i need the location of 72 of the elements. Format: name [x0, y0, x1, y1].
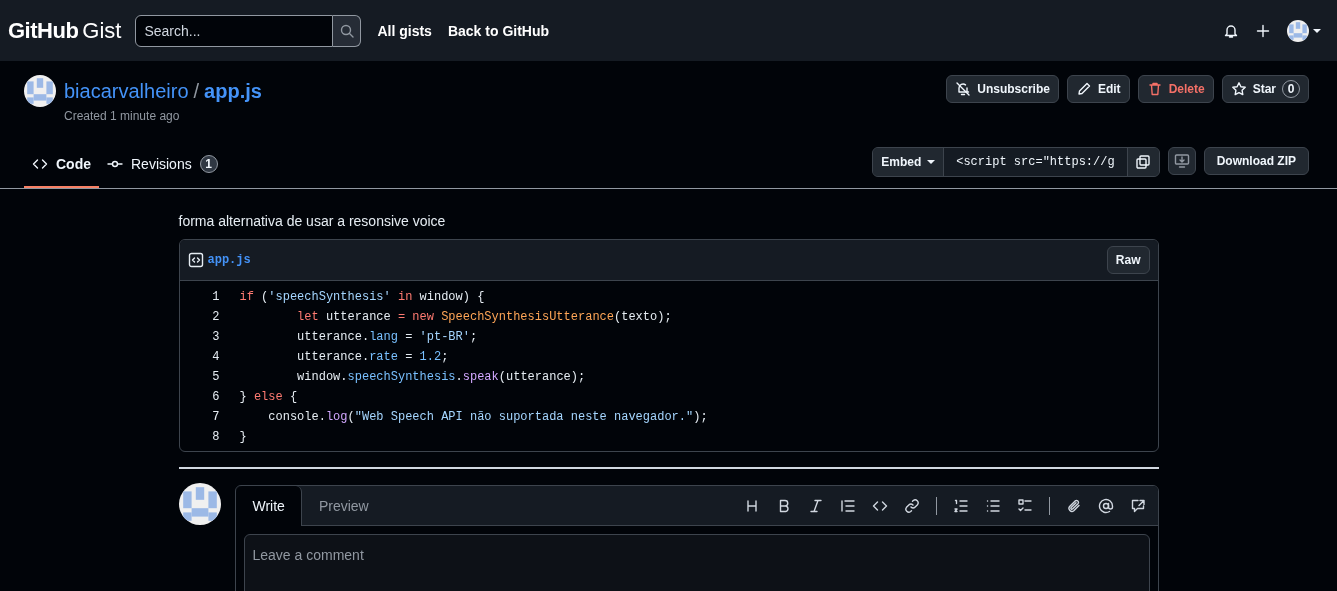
download-zip-button[interactable]: Download ZIP: [1203, 146, 1309, 175]
raw-button[interactable]: Raw: [1106, 246, 1150, 274]
at-sign-icon: [1097, 497, 1114, 514]
bullet-list-button[interactable]: [984, 497, 1001, 514]
plus-icon: [1255, 22, 1271, 39]
caret-icon: [1313, 26, 1321, 35]
line-number: 6: [211, 390, 221, 404]
line-number: 2: [211, 310, 221, 324]
task-list-button[interactable]: [1016, 497, 1033, 514]
link-button[interactable]: [903, 497, 920, 514]
star-button[interactable]: Star 0: [1221, 75, 1309, 103]
unsubscribe-button[interactable]: Unsubscribe: [946, 75, 1059, 103]
search-button[interactable]: [333, 14, 362, 47]
code-line: console.log("Web Speech API não suportada neste navegador.");: [267, 410, 708, 424]
comment-arrow-icon: [1129, 497, 1146, 514]
revisions-tab[interactable]: Revisions 1: [99, 142, 226, 188]
nav-link[interactable]: All gists: [377, 22, 432, 39]
pencil-icon: [1075, 81, 1092, 97]
gist-description: forma alternativa de usar a resonsive voice: [178, 213, 447, 229]
comment-tab[interactable]: Write: [235, 486, 302, 526]
line-number: 5: [211, 370, 221, 384]
search-icon: [338, 22, 355, 39]
avatar-icon[interactable]: [1287, 19, 1309, 42]
line-number: 1: [211, 290, 221, 304]
avatar-icon[interactable]: [178, 483, 221, 525]
edit-button[interactable]: Edit: [1066, 75, 1130, 103]
logo-text[interactable]: GitHub: [8, 17, 79, 44]
logo-subtitle[interactable]: Gist: [82, 17, 122, 44]
code-file-icon: [187, 252, 204, 268]
code-tab[interactable]: Code: [24, 142, 99, 188]
code-line: utterance.rate = 1.2;: [296, 350, 449, 364]
created-time: Created 1 minute ago: [64, 109, 181, 123]
file-name-link[interactable]: app.js: [207, 253, 251, 267]
search-field[interactable]: Search...: [135, 14, 334, 47]
task-list-icon: [1016, 497, 1033, 514]
monitor-download-icon: [1173, 152, 1190, 169]
code-line: window.speechSynthesis.speak(utterance);: [296, 370, 586, 384]
bullet-list-icon: [984, 497, 1001, 514]
line-number: 8: [211, 430, 221, 444]
link-icon: [903, 497, 920, 514]
comment-field[interactable]: Leave a comment: [243, 534, 1150, 591]
code-line: let utterance = new SpeechSynthesisUtterance(texto);: [296, 310, 672, 324]
delete-button[interactable]: Delete: [1137, 75, 1214, 103]
gist-name-link[interactable]: app.js: [204, 80, 262, 103]
quote-icon: [839, 497, 856, 514]
line-number: 7: [211, 410, 221, 424]
code-line: if ('speechSynthesis' in window) {: [239, 290, 485, 304]
code-line: utterance.lang = 'pt-BR';: [296, 330, 478, 344]
ordered-list-button[interactable]: [952, 497, 969, 514]
owner-link[interactable]: biacarvalheiro: [64, 80, 189, 103]
italic-icon: [807, 497, 824, 514]
line-number: 3: [211, 330, 221, 344]
code-line: }: [239, 430, 247, 444]
trash-icon: [1146, 81, 1163, 97]
bell-slash-icon: [955, 81, 972, 97]
code-line: } else {: [239, 390, 298, 404]
nav-link[interactable]: Back to GitHub: [447, 22, 550, 39]
italic-button[interactable]: [807, 497, 824, 514]
bell-icon: [1223, 22, 1239, 39]
path-separator: /: [193, 80, 200, 103]
paperclip-icon: [1065, 497, 1082, 514]
comment-tab[interactable]: Preview: [301, 486, 386, 526]
comment-arrow-button[interactable]: [1129, 497, 1146, 514]
at-sign-button[interactable]: [1097, 497, 1114, 514]
ordered-list-icon: [952, 497, 969, 514]
star-icon: [1230, 81, 1247, 97]
code-icon: [32, 156, 48, 172]
avatar-icon[interactable]: [24, 75, 56, 107]
desktop-download-button[interactable]: [1167, 146, 1196, 175]
line-number: 4: [211, 350, 221, 364]
quote-button[interactable]: [839, 497, 856, 514]
paperclip-button[interactable]: [1065, 497, 1082, 514]
